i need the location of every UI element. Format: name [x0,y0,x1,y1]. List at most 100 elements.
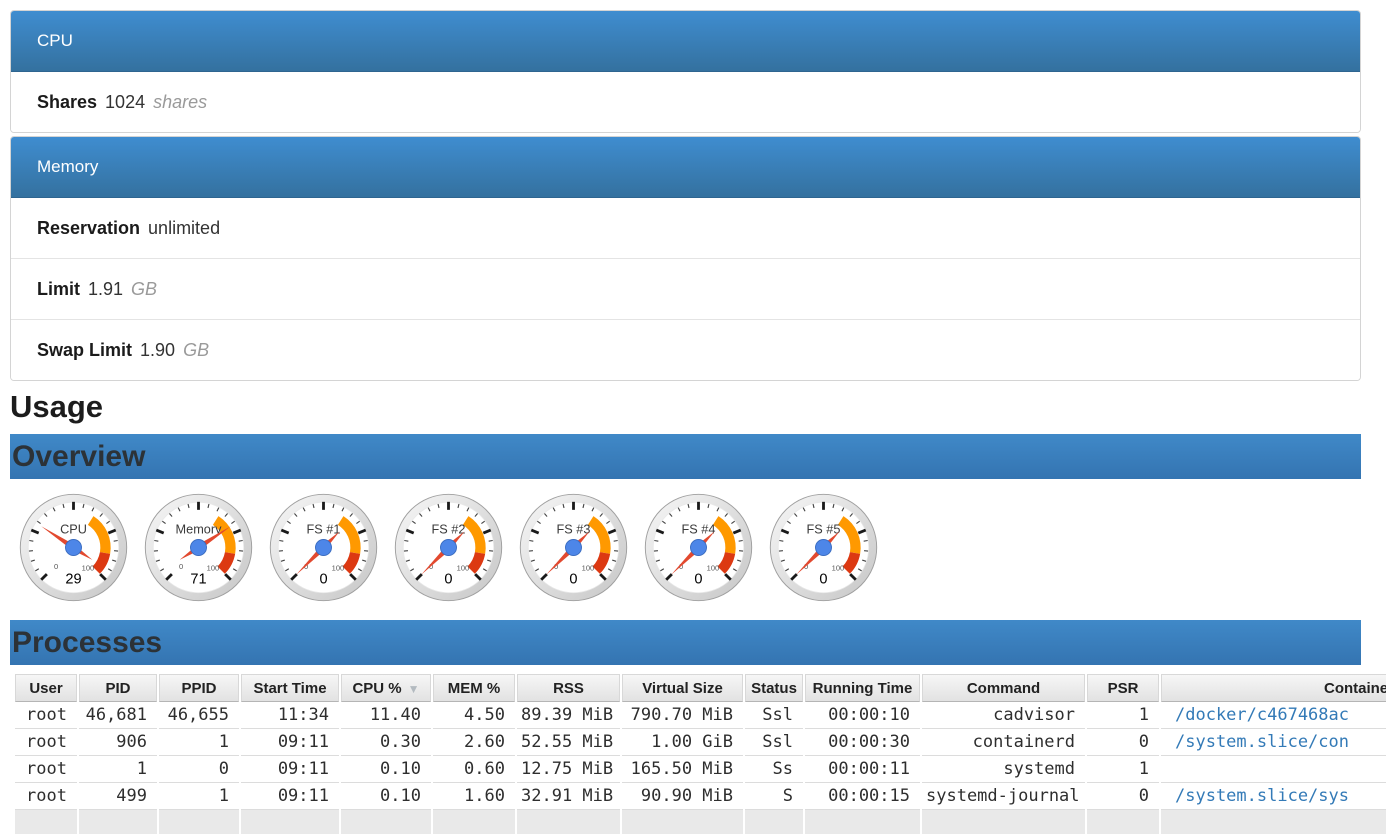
col-header-ppid[interactable]: PPID [159,674,239,702]
gauge-memory: 0 100 Memory 71 [142,491,255,604]
process-table-head: User PID PPID Start TimeCPU %▼ MEM % RSS Virtu… [15,674,1386,702]
cell-container [1161,810,1386,834]
cell-mem: 0.60 [433,756,515,783]
memory-limit-item: Limit 1.91 GB [11,258,1360,319]
cell-command: systemd [922,756,1085,783]
cell-rss: 32.91 MiB [517,783,620,810]
limit-label: Limit [37,279,80,300]
cell-status [745,810,803,834]
col-header-command[interactable]: Command [922,674,1085,702]
shares-value: 1024 [105,92,145,113]
col-header-label: PPID [181,680,216,697]
overview-section-bar: Overview [10,434,1361,479]
cell-status: Ss [745,756,803,783]
gauge-fs-2: 0 100 FS #2 0 [392,491,505,604]
gauge-max-label: 100 [832,564,845,573]
cell-ppid: 1 [159,729,239,756]
cell-command: cadvisor [922,702,1085,729]
col-header-label: PID [105,680,130,697]
gauge-value: 29 [65,571,81,587]
cell-rss [517,810,620,834]
cell-pid: 906 [79,729,157,756]
cell-ppid: 46,655 [159,702,239,729]
cell-running-time: 00:00:30 [805,729,920,756]
container-link[interactable]: /system.slice/sys [1175,786,1349,806]
gauge-title: Memory [176,522,223,537]
cell-virtual-size [622,810,743,834]
cell-running-time: 00:00:15 [805,783,920,810]
cell-status: Ssl [745,702,803,729]
cell-cpu [341,810,431,834]
col-header-virtual-size[interactable]: Virtual Size [622,674,743,702]
gauge-value: 0 [569,571,577,587]
cell-cpu: 0.10 [341,783,431,810]
col-header-pid[interactable]: PID [79,674,157,702]
gauge-value: 0 [319,571,327,587]
gauge-title: FS #3 [557,522,591,537]
cell-user: root [15,783,77,810]
gauge-max-label: 100 [707,564,720,573]
cell-start-time: 11:34 [241,702,339,729]
col-header-label: User [29,680,62,697]
reservation-label: Reservation [37,218,140,239]
container-link[interactable]: /system.slice/con [1175,732,1349,752]
cell-psr: 0 [1087,729,1159,756]
cell-cpu: 0.30 [341,729,431,756]
cpu-panel-heading: CPU [11,11,1360,72]
process-row-partial [15,810,1386,834]
col-header-label: Command [967,680,1040,697]
gauge-fs-1: 0 100 FS #1 0 [267,491,380,604]
cell-psr: 1 [1087,756,1159,783]
limit-value: 1.91 [88,279,123,300]
gauge-max-label: 100 [457,564,470,573]
gauge-max-label: 100 [582,564,595,573]
process-row: root46,68146,65511:3411.404.5089.39 MiB7… [15,702,1386,729]
cell-command: containerd [922,729,1085,756]
process-row: root499109:110.101.6032.91 MiB90.90 MiBS… [15,783,1386,810]
col-header-running-time[interactable]: Running Time [805,674,920,702]
cell-container [1161,756,1386,783]
cell-cpu: 11.40 [341,702,431,729]
gauge-fs-5: 0 100 FS #5 0 [767,491,880,604]
col-header-label: PSR [1108,680,1139,697]
cadvisor-page: CPU Shares 1024 shares Memory Reservatio… [10,10,1361,834]
cell-status: S [745,783,803,810]
gauge-hub [440,540,456,556]
container-link[interactable]: /docker/c467468ac [1175,705,1349,725]
gauge-cpu: 0 100 CPU 29 [17,491,130,604]
cell-status: Ssl [745,729,803,756]
col-header-label: Virtual Size [642,680,723,697]
cpu-panel: CPU Shares 1024 shares [10,10,1361,133]
shares-unit: shares [153,92,207,113]
gauge-hub [690,540,706,556]
col-header-psr[interactable]: PSR [1087,674,1159,702]
memory-panel-title: Memory [37,157,98,177]
cell-ppid: 1 [159,783,239,810]
gauge-max-label: 100 [207,564,220,573]
cell-psr: 0 [1087,783,1159,810]
cell-pid: 1 [79,756,157,783]
col-header-label: RSS [553,680,584,697]
cell-pid: 46,681 [79,702,157,729]
processes-section-bar: Processes [10,620,1361,665]
cell-container: /system.slice/sys [1161,783,1386,810]
gauge-fs-4: 0 100 FS #4 0 [642,491,755,604]
swap-limit-unit: GB [183,340,209,361]
col-header-rss[interactable]: RSS [517,674,620,702]
col-header-status[interactable]: Status [745,674,803,702]
col-header-label: Status [751,680,797,697]
col-header-label: MEM % [448,680,501,697]
gauge-title: CPU [60,522,87,537]
col-header-label: Container [1324,680,1386,697]
memory-reservation-item: Reservation unlimited [11,198,1360,258]
col-header-container[interactable]: Container [1161,674,1386,702]
overview-heading: Overview [12,440,145,474]
col-header-cpu[interactable]: CPU %▼ [341,674,431,702]
col-header-mem[interactable]: MEM % [433,674,515,702]
memory-swap-limit-item: Swap Limit 1.90 GB [11,319,1360,380]
gauge-min-label: 0 [54,562,58,571]
col-header-label: Running Time [813,680,913,697]
col-header-user[interactable]: User [15,674,77,702]
cell-container: /docker/c467468ac [1161,702,1386,729]
col-header-start-time[interactable]: Start Time [241,674,339,702]
